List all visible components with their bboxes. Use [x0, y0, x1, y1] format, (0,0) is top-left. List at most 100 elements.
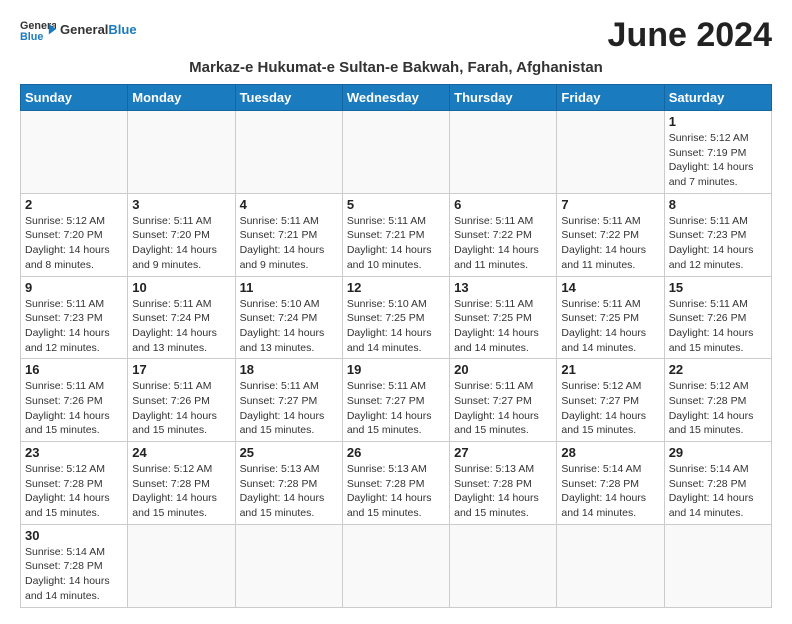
calendar-cell: 20 Sunrise: 5:11 AM Sunset: 7:27 PM Dayli…: [450, 359, 557, 442]
day-number: 6: [454, 197, 552, 212]
day-number: 29: [669, 445, 767, 460]
day-number: 11: [240, 280, 338, 295]
day-number: 19: [347, 362, 445, 377]
day-info: Sunrise: 5:11 AM Sunset: 7:23 PM Dayligh…: [669, 214, 767, 273]
calendar-cell: 27Sunrise: 5:13 AM Sunset: 7:28 PM Dayli…: [450, 442, 557, 525]
calendar-week-row: 1Sunrise: 5:12 AM Sunset: 7:19 PM Daylig…: [21, 111, 772, 194]
day-info: Sunrise: 5:12 AM Sunset: 7:27 PM Dayligh…: [561, 379, 659, 438]
calendar-cell: 24Sunrise: 5:12 AM Sunset: 7:28 PM Dayli…: [128, 442, 235, 525]
calendar-cell: 28 Sunrise: 5:14 AM Sunset: 7:28 PM Dayli…: [557, 442, 664, 525]
day-info: Sunrise: 5:12 AM Sunset: 7:28 PM Dayligh…: [669, 379, 767, 438]
day-number: 8: [669, 197, 767, 212]
calendar-cell: [235, 111, 342, 194]
calendar-cell: 9Sunrise: 5:11 AM Sunset: 7:23 PM Daylig…: [21, 276, 128, 359]
calendar-cell: 23 Sunrise: 5:12 AM Sunset: 7:28 PM Dayli…: [21, 442, 128, 525]
calendar-cell: 4Sunrise: 5:11 AM Sunset: 7:21 PM Daylig…: [235, 193, 342, 276]
calendar-week-row: 23 Sunrise: 5:12 AM Sunset: 7:28 PM Dayli…: [21, 442, 772, 525]
calendar-week-row: 2 Sunrise: 5:12 AM Sunset: 7:20 PM Daylig…: [21, 193, 772, 276]
calendar-cell: 8 Sunrise: 5:11 AM Sunset: 7:23 PM Daylig…: [664, 193, 771, 276]
day-info: Sunrise: 5:11 AM Sunset: 7:21 PM Dayligh…: [347, 214, 445, 273]
calendar-cell: 1Sunrise: 5:12 AM Sunset: 7:19 PM Daylig…: [664, 111, 771, 194]
calendar-week-row: 30 Sunrise: 5:14 AM Sunset: 7:28 PM Dayli…: [21, 524, 772, 607]
calendar-cell: 15Sunrise: 5:11 AM Sunset: 7:26 PM Dayli…: [664, 276, 771, 359]
calendar-cell: 22 Sunrise: 5:12 AM Sunset: 7:28 PM Dayli…: [664, 359, 771, 442]
header-sunday: Sunday: [21, 85, 128, 111]
logo-general: General: [60, 22, 108, 37]
calendar-cell: 19 Sunrise: 5:11 AM Sunset: 7:27 PM Dayli…: [342, 359, 449, 442]
day-info: Sunrise: 5:14 AM Sunset: 7:28 PM Dayligh…: [25, 545, 123, 604]
day-number: 2: [25, 197, 123, 212]
calendar-cell: 18Sunrise: 5:11 AM Sunset: 7:27 PM Dayli…: [235, 359, 342, 442]
calendar-cell: 11Sunrise: 5:10 AM Sunset: 7:24 PM Dayli…: [235, 276, 342, 359]
header-friday: Friday: [557, 85, 664, 111]
calendar-cell: 10Sunrise: 5:11 AM Sunset: 7:24 PM Dayli…: [128, 276, 235, 359]
calendar-cell: 5 Sunrise: 5:11 AM Sunset: 7:21 PM Daylig…: [342, 193, 449, 276]
day-info: Sunrise: 5:11 AM Sunset: 7:26 PM Dayligh…: [132, 379, 230, 438]
day-number: 13: [454, 280, 552, 295]
calendar-cell: 14 Sunrise: 5:11 AM Sunset: 7:25 PM Dayli…: [557, 276, 664, 359]
calendar-cell: 13 Sunrise: 5:11 AM Sunset: 7:25 PM Dayli…: [450, 276, 557, 359]
day-info: Sunrise: 5:14 AM Sunset: 7:28 PM Dayligh…: [669, 462, 767, 521]
day-number: 25: [240, 445, 338, 460]
calendar-cell: 25 Sunrise: 5:13 AM Sunset: 7:28 PM Dayli…: [235, 442, 342, 525]
day-number: 17: [132, 362, 230, 377]
calendar-cell: [557, 524, 664, 607]
day-info: Sunrise: 5:12 AM Sunset: 7:20 PM Dayligh…: [25, 214, 123, 273]
calendar-cell: [342, 524, 449, 607]
calendar-header-row: SundayMondayTuesdayWednesdayThursdayFrid…: [21, 85, 772, 111]
day-number: 22: [669, 362, 767, 377]
day-info: Sunrise: 5:11 AM Sunset: 7:26 PM Dayligh…: [25, 379, 123, 438]
day-number: 21: [561, 362, 659, 377]
day-info: Sunrise: 5:11 AM Sunset: 7:22 PM Dayligh…: [454, 214, 552, 273]
day-info: Sunrise: 5:11 AM Sunset: 7:25 PM Dayligh…: [561, 297, 659, 356]
header-tuesday: Tuesday: [235, 85, 342, 111]
day-number: 14: [561, 280, 659, 295]
day-info: Sunrise: 5:10 AM Sunset: 7:25 PM Dayligh…: [347, 297, 445, 356]
day-info: Sunrise: 5:12 AM Sunset: 7:28 PM Dayligh…: [132, 462, 230, 521]
calendar-cell: [342, 111, 449, 194]
day-number: 5: [347, 197, 445, 212]
day-number: 30: [25, 528, 123, 543]
day-number: 28: [561, 445, 659, 460]
day-number: 20: [454, 362, 552, 377]
header-wednesday: Wednesday: [342, 85, 449, 111]
logo-blue: Blue: [108, 22, 136, 37]
header-thursday: Thursday: [450, 85, 557, 111]
header-saturday: Saturday: [664, 85, 771, 111]
calendar-cell: 29 Sunrise: 5:14 AM Sunset: 7:28 PM Dayli…: [664, 442, 771, 525]
day-info: Sunrise: 5:13 AM Sunset: 7:28 PM Dayligh…: [347, 462, 445, 521]
day-number: 1: [669, 114, 767, 129]
logo-svg: General Blue: [20, 16, 56, 44]
location-title: Markaz-e Hukumat-e Sultan-e Bakwah, Fara…: [20, 59, 772, 76]
calendar-cell: [557, 111, 664, 194]
day-info: Sunrise: 5:14 AM Sunset: 7:28 PM Dayligh…: [561, 462, 659, 521]
calendar-cell: [128, 524, 235, 607]
day-number: 27: [454, 445, 552, 460]
svg-text:Blue: Blue: [20, 31, 43, 43]
day-info: Sunrise: 5:11 AM Sunset: 7:23 PM Dayligh…: [25, 297, 123, 356]
day-info: Sunrise: 5:11 AM Sunset: 7:26 PM Dayligh…: [669, 297, 767, 356]
day-info: Sunrise: 5:13 AM Sunset: 7:28 PM Dayligh…: [240, 462, 338, 521]
calendar-cell: [450, 111, 557, 194]
calendar-cell: 21 Sunrise: 5:12 AM Sunset: 7:27 PM Dayli…: [557, 359, 664, 442]
day-info: Sunrise: 5:11 AM Sunset: 7:22 PM Dayligh…: [561, 214, 659, 273]
calendar-cell: 12Sunrise: 5:10 AM Sunset: 7:25 PM Dayli…: [342, 276, 449, 359]
calendar-table: SundayMondayTuesdayWednesdayThursdayFrid…: [20, 84, 772, 608]
calendar-week-row: 16Sunrise: 5:11 AM Sunset: 7:26 PM Dayli…: [21, 359, 772, 442]
day-number: 10: [132, 280, 230, 295]
calendar-cell: 7Sunrise: 5:11 AM Sunset: 7:22 PM Daylig…: [557, 193, 664, 276]
day-number: 26: [347, 445, 445, 460]
calendar-cell: [664, 524, 771, 607]
day-info: Sunrise: 5:11 AM Sunset: 7:27 PM Dayligh…: [347, 379, 445, 438]
day-info: Sunrise: 5:11 AM Sunset: 7:25 PM Dayligh…: [454, 297, 552, 356]
logo: General Blue GeneralBlue: [20, 16, 137, 44]
calendar-cell: 17 Sunrise: 5:11 AM Sunset: 7:26 PM Dayli…: [128, 359, 235, 442]
day-number: 4: [240, 197, 338, 212]
calendar-cell: 30 Sunrise: 5:14 AM Sunset: 7:28 PM Dayli…: [21, 524, 128, 607]
calendar-cell: 2 Sunrise: 5:12 AM Sunset: 7:20 PM Daylig…: [21, 193, 128, 276]
calendar-cell: 3Sunrise: 5:11 AM Sunset: 7:20 PM Daylig…: [128, 193, 235, 276]
day-number: 23: [25, 445, 123, 460]
day-info: Sunrise: 5:11 AM Sunset: 7:27 PM Dayligh…: [240, 379, 338, 438]
day-info: Sunrise: 5:11 AM Sunset: 7:27 PM Dayligh…: [454, 379, 552, 438]
day-info: Sunrise: 5:12 AM Sunset: 7:28 PM Dayligh…: [25, 462, 123, 521]
